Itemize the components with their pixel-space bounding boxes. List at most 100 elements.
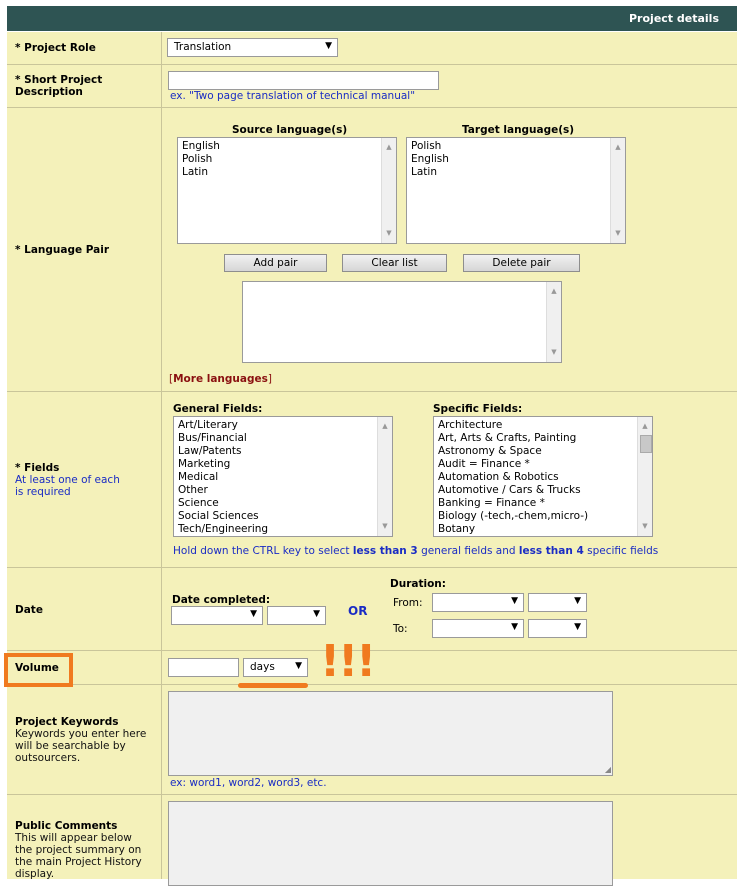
volume-unit-select[interactable]: days ▼	[243, 658, 308, 677]
scroll-up-icon[interactable]: ▲	[611, 141, 625, 154]
divider	[7, 391, 737, 392]
column-divider	[161, 32, 162, 879]
from-label: From:	[393, 597, 423, 609]
scroll-down-icon[interactable]: ▼	[638, 520, 652, 533]
list-item[interactable]: Social Sciences	[178, 510, 392, 523]
scrollbar[interactable]: ▲ ▼	[381, 138, 396, 243]
short-description-label-line2: Description	[15, 86, 83, 98]
volume-input[interactable]	[168, 658, 239, 677]
note-part: Hold down the CTRL key to select	[173, 545, 353, 557]
scroll-up-icon[interactable]: ▲	[638, 420, 652, 433]
list-item[interactable]: Polish	[411, 140, 625, 153]
dropdown-arrow-icon: ▼	[325, 41, 332, 51]
list-item[interactable]: English	[411, 153, 625, 166]
date-completed-year-select[interactable]: ▼	[267, 606, 326, 625]
fields-sub-line1: At least one of each	[15, 474, 120, 486]
keywords-label: Project Keywords Keywords you enter here…	[15, 716, 146, 764]
target-language-list[interactable]: Polish English Latin ▲ ▼	[406, 137, 626, 244]
general-fields-list[interactable]: Art/Literary Bus/Financial Law/Patents M…	[173, 416, 393, 537]
more-languages-link[interactable]: More languages	[173, 373, 268, 385]
list-item[interactable]: Art/Literary	[178, 419, 392, 432]
keywords-textarea[interactable]: ◢	[168, 691, 613, 776]
list-item[interactable]: Architecture	[438, 419, 652, 432]
project-role-label: * Project Role	[15, 42, 96, 54]
comments-textarea[interactable]	[168, 801, 613, 886]
list-item[interactable]: Automotive / Cars & Trucks	[438, 484, 652, 497]
list-item[interactable]: Biology (-tech,-chem,micro-)	[438, 510, 652, 523]
dropdown-arrow-icon: ▼	[295, 661, 302, 671]
date-label: Date	[15, 604, 43, 616]
short-description-label-line1: * Short Project	[15, 74, 103, 86]
scroll-down-icon[interactable]: ▼	[547, 346, 561, 359]
list-item[interactable]: Botany	[438, 523, 652, 536]
dropdown-arrow-icon: ▼	[511, 596, 518, 606]
divider	[7, 567, 737, 568]
short-description-label: * Short Project Description	[15, 74, 102, 98]
duration-from-month-select[interactable]: ▼	[432, 593, 524, 612]
list-item[interactable]: Marketing	[178, 458, 392, 471]
list-item[interactable]: Other	[178, 484, 392, 497]
list-item[interactable]: Audit = Finance *	[438, 458, 652, 471]
scrollbar[interactable]: ▲ ▼	[610, 138, 625, 243]
scrollbar[interactable]: ▲ ▼	[637, 417, 652, 536]
to-label: To:	[393, 623, 408, 635]
scrollbar[interactable]: ▲ ▼	[546, 282, 561, 362]
specific-fields-list[interactable]: Architecture Art, Arts & Crafts, Paintin…	[433, 416, 653, 537]
note-emphasis: less than 3	[352, 545, 418, 557]
scroll-up-icon[interactable]: ▲	[547, 285, 561, 298]
delete-pair-button[interactable]: Delete pair	[463, 254, 580, 272]
scroll-down-icon[interactable]: ▼	[382, 227, 396, 240]
clear-list-button[interactable]: Clear list	[342, 254, 447, 272]
keywords-title: Project Keywords	[15, 716, 119, 728]
list-item[interactable]: Automation & Robotics	[438, 471, 652, 484]
fields-label: * Fields At least one of each is require…	[15, 462, 120, 498]
list-item[interactable]: Tech/Engineering	[178, 523, 392, 536]
list-item[interactable]: Art, Arts & Crafts, Painting	[438, 432, 652, 445]
comments-label: Public Comments This will appear below t…	[15, 820, 142, 880]
duration-to-month-select[interactable]: ▼	[432, 619, 524, 638]
list-item[interactable]: Bus/Financial	[178, 432, 392, 445]
add-pair-button[interactable]: Add pair	[224, 254, 327, 272]
scroll-up-icon[interactable]: ▲	[382, 141, 396, 154]
comments-desc-line: the main Project History	[15, 856, 142, 868]
or-label: OR	[348, 604, 368, 618]
keywords-desc-line: outsourcers.	[15, 752, 81, 764]
list-item[interactable]: Latin	[182, 166, 396, 179]
exclamation-annotation: !!!	[320, 636, 376, 687]
list-item[interactable]: English	[182, 140, 396, 153]
general-fields-title: General Fields:	[173, 403, 263, 415]
divider	[7, 794, 737, 795]
source-language-list[interactable]: English Polish Latin ▲ ▼	[177, 137, 397, 244]
duration-to-year-select[interactable]: ▼	[528, 619, 587, 638]
language-pairs-list[interactable]: ▲ ▼	[242, 281, 562, 363]
duration-label: Duration:	[390, 578, 446, 590]
list-item[interactable]: Polish	[182, 153, 396, 166]
note-emphasis: less than 4	[518, 545, 584, 557]
section-title: Project details	[629, 12, 719, 25]
scroll-thumb[interactable]	[640, 435, 652, 453]
scrollbar[interactable]: ▲ ▼	[377, 417, 392, 536]
list-item[interactable]: Science	[178, 497, 392, 510]
comments-title: Public Comments	[15, 820, 118, 832]
volume-unit-value: days	[250, 661, 275, 673]
scroll-down-icon[interactable]: ▼	[611, 227, 625, 240]
list-item[interactable]: Banking = Finance *	[438, 497, 652, 510]
date-completed-month-select[interactable]: ▼	[171, 606, 263, 625]
language-pair-label: * Language Pair	[15, 244, 110, 256]
section-header: Project details	[7, 6, 737, 31]
scroll-down-icon[interactable]: ▼	[378, 520, 392, 533]
resize-grip-icon[interactable]: ◢	[605, 765, 611, 774]
list-item[interactable]: Medical	[178, 471, 392, 484]
divider	[7, 107, 737, 108]
bracket-close: ]	[267, 373, 272, 385]
short-description-input[interactable]	[168, 71, 439, 90]
dropdown-arrow-icon: ▼	[574, 622, 581, 632]
duration-from-year-select[interactable]: ▼	[528, 593, 587, 612]
comments-desc-line: This will appear below	[15, 832, 132, 844]
project-role-select[interactable]: Translation ▼	[167, 38, 338, 57]
list-item[interactable]: Astronomy & Space	[438, 445, 652, 458]
scroll-up-icon[interactable]: ▲	[378, 420, 392, 433]
list-item[interactable]: Law/Patents	[178, 445, 392, 458]
list-item[interactable]: Latin	[411, 166, 625, 179]
target-language-title: Target language(s)	[462, 124, 575, 136]
